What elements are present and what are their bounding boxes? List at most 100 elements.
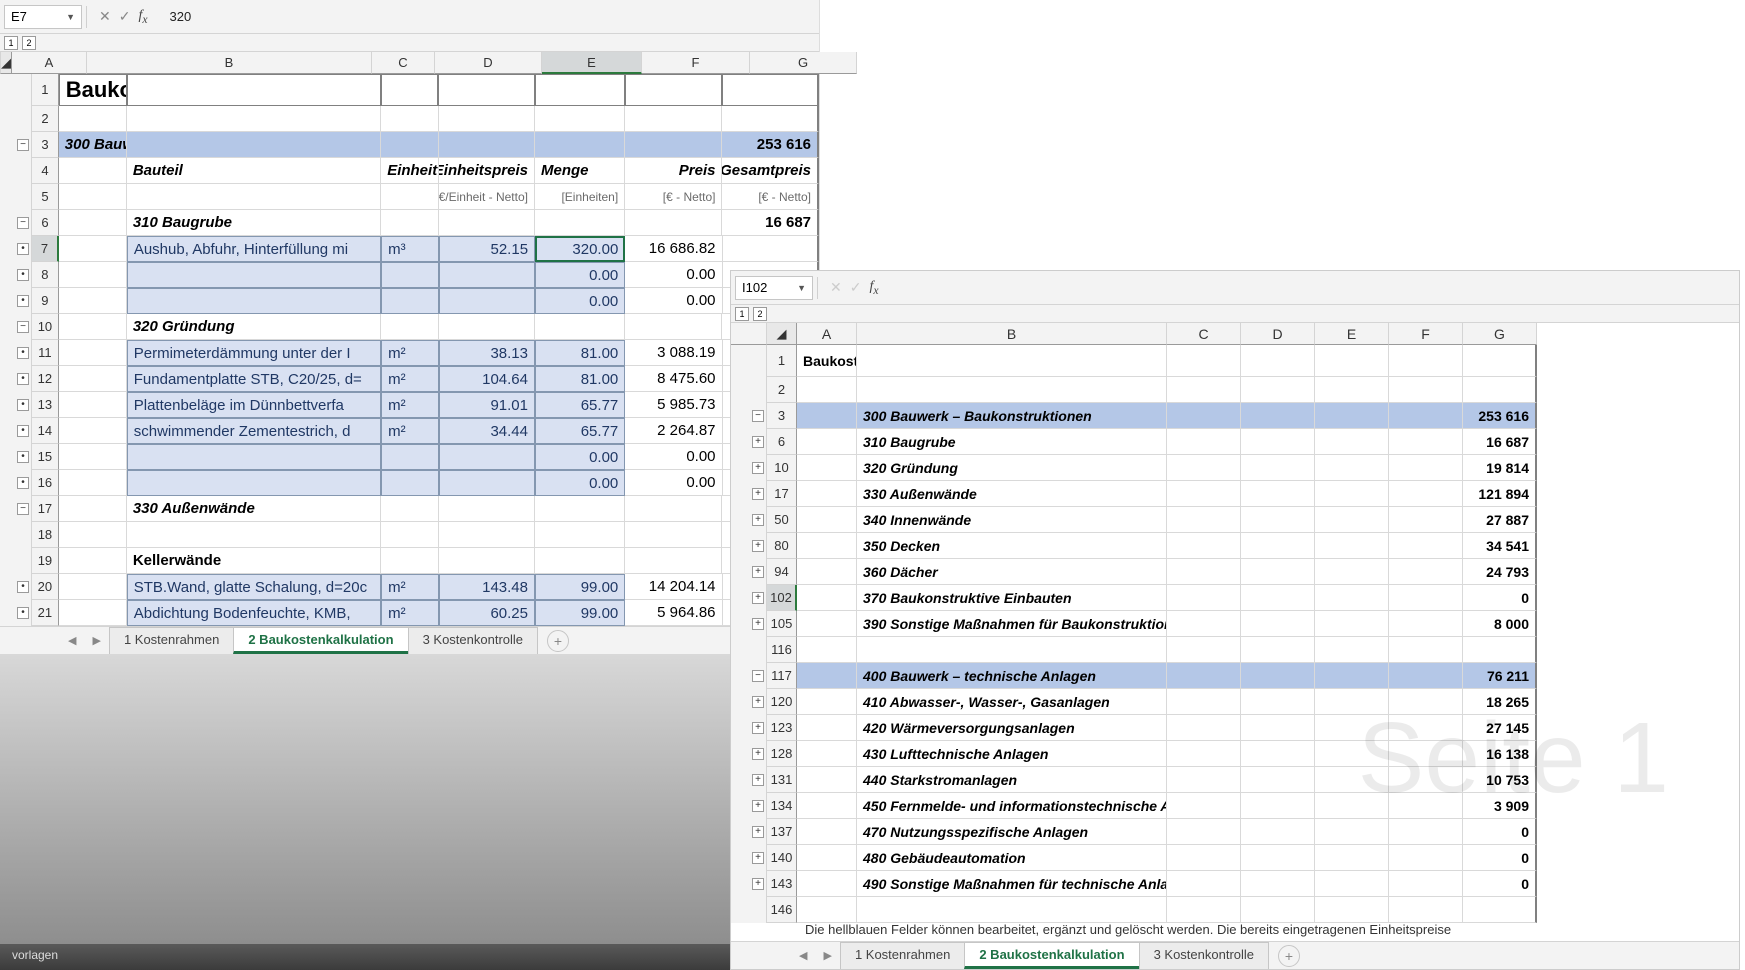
- outline-level-2[interactable]: 2: [22, 36, 36, 50]
- cell[interactable]: [797, 637, 857, 663]
- group-label[interactable]: 330 Außenwände: [857, 481, 1167, 507]
- cell[interactable]: [1167, 793, 1241, 819]
- item-unit[interactable]: [381, 262, 438, 288]
- group-label[interactable]: 310 Baugrube: [127, 210, 381, 236]
- cell[interactable]: [1389, 663, 1463, 689]
- section-header[interactable]: 400 Bauwerk – technische Anlagen: [857, 663, 1167, 689]
- cell[interactable]: Preis: [625, 158, 722, 184]
- cell[interactable]: [1315, 637, 1389, 663]
- cell[interactable]: [59, 548, 127, 574]
- cell[interactable]: [59, 522, 127, 548]
- cell[interactable]: [1315, 663, 1389, 689]
- cell[interactable]: [1315, 845, 1389, 871]
- row-header[interactable]: 9: [32, 288, 59, 314]
- col-header-G[interactable]: G: [750, 52, 857, 74]
- cell[interactable]: [59, 210, 127, 236]
- outline-toggle[interactable]: •: [17, 581, 29, 593]
- cell[interactable]: [1167, 871, 1241, 897]
- row-header[interactable]: 102: [767, 585, 797, 611]
- outline-toggle[interactable]: +: [752, 878, 764, 890]
- cell[interactable]: [€/Einheit - Netto]: [439, 184, 535, 210]
- item-qty[interactable]: 0.00: [535, 288, 625, 314]
- col-header-C[interactable]: C: [1167, 323, 1241, 345]
- outline-toggle[interactable]: +: [752, 800, 764, 812]
- cell[interactable]: [1241, 481, 1315, 507]
- cell[interactable]: [1241, 429, 1315, 455]
- tab-nav-prev[interactable]: ◀: [60, 634, 84, 647]
- cell[interactable]: [381, 314, 438, 340]
- row-header[interactable]: 12: [32, 366, 59, 392]
- cell[interactable]: [439, 132, 535, 158]
- sheet-tab[interactable]: 3 Kostenkontrolle: [408, 627, 538, 654]
- row-header[interactable]: 3: [32, 132, 59, 158]
- col-header-G[interactable]: G: [1463, 323, 1537, 345]
- cell[interactable]: [625, 106, 722, 132]
- confirm-icon[interactable]: ✓: [119, 8, 131, 26]
- cell[interactable]: [1389, 533, 1463, 559]
- confirm-icon[interactable]: ✓: [850, 279, 862, 297]
- cell[interactable]: [1241, 663, 1315, 689]
- cell[interactable]: [59, 106, 127, 132]
- cell[interactable]: Gesamtpreis: [722, 158, 819, 184]
- cell[interactable]: [797, 585, 857, 611]
- row-header[interactable]: 20: [32, 574, 59, 600]
- item-unitprice[interactable]: 38.13: [439, 340, 535, 366]
- cell[interactable]: [797, 403, 857, 429]
- cell[interactable]: [59, 158, 127, 184]
- cell[interactable]: [1389, 637, 1463, 663]
- outline-toggle[interactable]: +: [752, 696, 764, 708]
- cell[interactable]: [381, 548, 438, 574]
- item-unit[interactable]: m²: [381, 418, 438, 444]
- outline-toggle[interactable]: +: [752, 592, 764, 604]
- outline-level-1[interactable]: 1: [4, 36, 18, 50]
- outline-toggle[interactable]: +: [752, 852, 764, 864]
- group-total[interactable]: 16 687: [722, 210, 819, 236]
- row-header[interactable]: 7: [32, 236, 59, 262]
- cell[interactable]: [1167, 741, 1241, 767]
- cell[interactable]: [1241, 455, 1315, 481]
- cell[interactable]: [127, 106, 381, 132]
- row-header[interactable]: 10: [32, 314, 59, 340]
- outline-toggle[interactable]: −: [752, 670, 764, 682]
- cell[interactable]: [1389, 871, 1463, 897]
- item-unitprice[interactable]: [439, 444, 535, 470]
- group-label[interactable]: 410 Abwasser-, Wasser-, Gasanlagen: [857, 689, 1167, 715]
- cell[interactable]: [1241, 689, 1315, 715]
- cell[interactable]: [797, 715, 857, 741]
- cell[interactable]: [1315, 481, 1389, 507]
- group-label[interactable]: 320 Gründung: [857, 455, 1167, 481]
- item-unitprice[interactable]: 52.15: [439, 236, 535, 262]
- cell[interactable]: [797, 611, 857, 637]
- cell[interactable]: [1241, 637, 1315, 663]
- cell[interactable]: [1389, 377, 1463, 403]
- item-qty[interactable]: 0.00: [535, 262, 625, 288]
- cell[interactable]: [1389, 559, 1463, 585]
- group-label[interactable]: 310 Baugrube: [857, 429, 1167, 455]
- cell[interactable]: Einheit: [381, 158, 438, 184]
- outline-toggle[interactable]: +: [752, 618, 764, 630]
- cell[interactable]: [1241, 533, 1315, 559]
- group-label[interactable]: 480 Gebäudeautomation: [857, 845, 1167, 871]
- row-header[interactable]: 120: [767, 689, 797, 715]
- cell[interactable]: [1315, 507, 1389, 533]
- outline-toggle[interactable]: −: [17, 321, 29, 333]
- cell[interactable]: [1389, 585, 1463, 611]
- outline-level-1[interactable]: 1: [735, 307, 749, 321]
- outline-toggle[interactable]: +: [752, 488, 764, 500]
- cell[interactable]: [1389, 845, 1463, 871]
- cell[interactable]: [438, 74, 534, 106]
- section-header[interactable]: 300 Bauwerk – Baukonstruktionen: [857, 403, 1167, 429]
- col-header-B[interactable]: B: [87, 52, 372, 74]
- group-total[interactable]: 0: [1463, 845, 1537, 871]
- cell[interactable]: [59, 444, 127, 470]
- group-label[interactable]: 320 Gründung: [127, 314, 381, 340]
- cell[interactable]: [1389, 481, 1463, 507]
- item-unitprice[interactable]: 91.01: [439, 392, 535, 418]
- cell[interactable]: [797, 793, 857, 819]
- item-unit[interactable]: m²: [381, 340, 438, 366]
- section-total[interactable]: 253 616: [722, 132, 819, 158]
- cell[interactable]: [59, 366, 127, 392]
- cell[interactable]: [1241, 871, 1315, 897]
- cell[interactable]: [797, 819, 857, 845]
- cell[interactable]: [381, 132, 438, 158]
